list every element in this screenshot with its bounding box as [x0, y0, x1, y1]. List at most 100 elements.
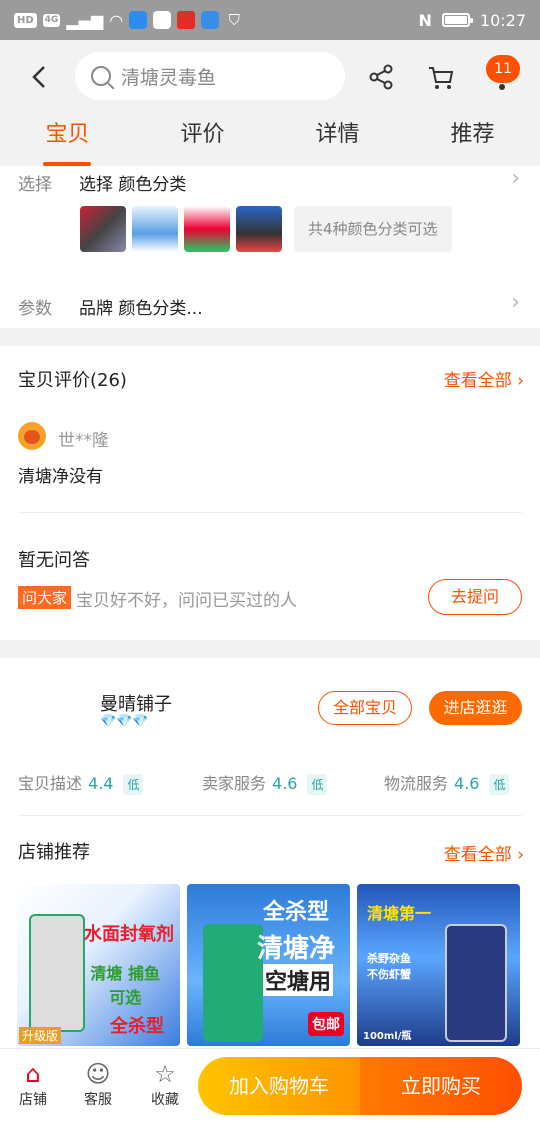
tab-recommend[interactable]: 推荐 [405, 116, 540, 166]
chevron-right-icon[interactable]: › [511, 290, 520, 315]
variant-thumbnail[interactable] [236, 206, 282, 252]
music-icon [201, 11, 220, 29]
qa-title: 暂无问答 [18, 550, 90, 571]
review-text: 清塘净没有 [18, 467, 103, 487]
recommend-product[interactable]: 全杀型 清塘净 空塘用 包邮 [187, 884, 350, 1046]
search-icon [91, 66, 111, 86]
ask-everyone-tag: 问大家 [18, 586, 72, 609]
signal-icon: ▂▄▆ [66, 10, 104, 30]
signal-type: 4G [42, 13, 61, 27]
recommend-view-all-label: 查看全部 [443, 845, 512, 865]
share-button[interactable] [364, 60, 398, 94]
shop-button[interactable]: ⌂ 店铺 [8, 1061, 58, 1109]
divider [18, 512, 522, 513]
shop-button-label: 店铺 [19, 1092, 47, 1108]
recommend-product[interactable]: 清塘第一 杀野杂鱼 不伤虾蟹 100ml/瓶 [357, 884, 520, 1046]
product-caption: 清塘 捕鱼 可选 [90, 964, 160, 1007]
more-icon[interactable] [499, 84, 505, 90]
favorite-button[interactable]: ☆ 收藏 [140, 1061, 190, 1109]
tab-reviews[interactable]: 评价 [135, 116, 270, 166]
product-caption: 清塘第一 [367, 904, 432, 923]
chevron-left-icon [32, 66, 45, 88]
avatar [18, 422, 46, 450]
shop-icon: ⌂ [25, 1060, 41, 1088]
variant-thumbnails: 共4种颜色分类可选 [80, 206, 452, 252]
select-label: 选择 [18, 175, 52, 195]
rating-label: 物流服务 [384, 774, 449, 793]
battery-icon [441, 13, 473, 27]
free-shipping-tag: 包邮 [308, 1012, 344, 1036]
rating-score: 4.4 [88, 774, 114, 793]
buy-now-button[interactable]: 立即购买 [360, 1057, 522, 1115]
rating-service: 卖家服务 4.6 低 [202, 770, 328, 795]
diamond-rating-icon: 💎💎💎 [100, 714, 149, 729]
shop-name[interactable]: 曼晴铺子 [100, 690, 172, 716]
chat-icon: ☺ [85, 1060, 111, 1088]
status-bar: HD 4G ▂▄▆ ◠ ⛉ N 10:27 [0, 0, 540, 40]
top-bar: 清塘灵毒鱼 11 宝贝 评价 详情 推荐 [0, 40, 540, 166]
search-input[interactable]: 清塘灵毒鱼 [75, 52, 345, 100]
ask-prompt: 宝贝好不好，问问已买过的人 [76, 591, 297, 611]
all-items-button[interactable]: 全部宝贝 [318, 691, 412, 725]
reviews-view-all-label: 查看全部 [443, 371, 512, 391]
divider [18, 815, 522, 816]
reviews-title: 宝贝评价(26) [18, 370, 127, 391]
recommend-list: 水面封氧剂 清塘 捕鱼 可选 全杀型 升级版 全杀型 清塘净 空塘用 包邮 清塘… [17, 884, 520, 1046]
reviews-view-all[interactable]: 查看全部 › [444, 366, 524, 391]
ask-question-button[interactable]: 去提问 [428, 579, 522, 615]
reviewer-name: 世**隆 [58, 431, 109, 451]
chevron-right-icon: › [517, 371, 524, 391]
cart-button[interactable] [424, 60, 458, 94]
share-icon [369, 64, 393, 90]
product-caption: 全杀型 [110, 1016, 164, 1037]
bottle-image [29, 914, 85, 1032]
rating-logistics: 物流服务 4.6 低 [384, 770, 510, 795]
recommend-view-all[interactable]: 查看全部 › [444, 840, 524, 865]
rating-score: 4.6 [272, 774, 298, 793]
message-badge[interactable]: 11 [486, 55, 520, 83]
variants-count[interactable]: 共4种颜色分类可选 [294, 206, 452, 252]
shield-icon: ⛉ [228, 11, 240, 29]
add-to-cart-button[interactable]: 加入购物车 [198, 1057, 360, 1115]
product-caption: 杀野杂鱼 不伤虾蟹 [367, 952, 411, 981]
recommend-product[interactable]: 水面封氧剂 清塘 捕鱼 可选 全杀型 升级版 [17, 884, 180, 1046]
product-caption: 空塘用 [263, 964, 334, 996]
rating-level: 低 [307, 774, 328, 795]
tab-item[interactable]: 宝贝 [0, 116, 135, 166]
params-value[interactable]: 品牌 颜色分类... [79, 294, 203, 319]
product-caption: 100ml/瓶 [363, 1031, 412, 1042]
product-caption: 水面封氧剂 [84, 924, 174, 945]
rating-level: 低 [123, 774, 144, 795]
customer-service-button[interactable]: ☺ 客服 [73, 1061, 123, 1109]
network-type: HD [14, 12, 37, 28]
clock: 10:27 [479, 10, 526, 30]
shop-recommend-title: 店铺推荐 [18, 842, 90, 863]
rating-description: 宝贝描述 4.4 低 [18, 770, 144, 795]
chevron-right-icon[interactable]: › [511, 166, 520, 191]
app-notification-icon [129, 11, 148, 29]
select-value[interactable]: 选择 颜色分类 [79, 170, 186, 195]
search-placeholder: 清塘灵毒鱼 [121, 66, 217, 89]
variant-thumbnail[interactable] [132, 206, 178, 252]
bottom-bar: ⌂ 店铺 ☺ 客服 ☆ 收藏 加入购物车 立即购买 [0, 1048, 540, 1122]
tab-details[interactable]: 详情 [270, 116, 405, 166]
favorite-button-label: 收藏 [151, 1092, 179, 1108]
back-button[interactable] [22, 60, 56, 94]
bottle-image [445, 924, 507, 1042]
variant-thumbnail[interactable] [80, 206, 126, 252]
app-notification-icon-3 [177, 11, 196, 29]
bottle-image [203, 924, 263, 1042]
star-icon: ☆ [154, 1060, 176, 1088]
reviews-section: 宝贝评价(26) 查看全部 › 世**隆 清塘净没有 暂无问答 问大家 宝贝好不… [0, 346, 540, 640]
chevron-right-icon: › [517, 845, 524, 865]
upgrade-tag: 升级版 [19, 1027, 62, 1044]
params-label: 参数 [18, 299, 52, 319]
app-notification-icon-2 [153, 11, 172, 29]
visit-shop-button[interactable]: 进店逛逛 [429, 691, 522, 725]
rating-level: 低 [489, 774, 510, 795]
product-caption: 全杀型 [263, 900, 330, 925]
rating-score: 4.6 [454, 774, 480, 793]
variant-thumbnail[interactable] [184, 206, 230, 252]
selection-section: 选择 选择 颜色分类 › 共4种颜色分类可选 参数 品牌 颜色分类... › [0, 166, 540, 328]
nfc-icon: N [418, 10, 432, 30]
